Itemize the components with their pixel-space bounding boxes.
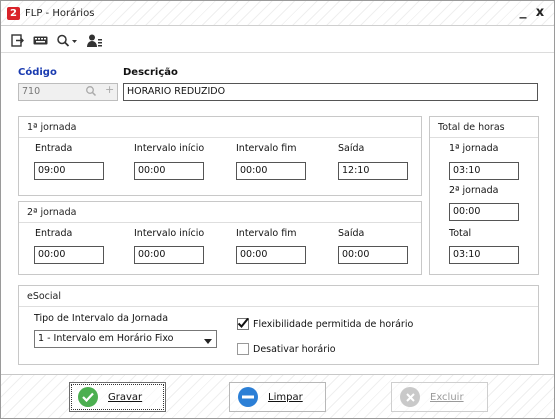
j2-saida-label: Saída [338, 228, 365, 239]
total-input[interactable]: 03:10 [449, 246, 519, 264]
tipo-intervalo-select[interactable]: 1 - Intervalo em Horário Fixo [34, 330, 217, 348]
check-icon [237, 317, 249, 328]
j2-int-inicio-input[interactable]: 00:00 [134, 246, 204, 264]
j2-int-inicio-label: Intervalo início [134, 228, 205, 239]
j1-saida-input[interactable]: 12:10 [338, 162, 408, 180]
esocial-title: eSocial [27, 291, 62, 302]
desativar-label: Desativar horário [253, 344, 336, 355]
title-bar: 2 FLP - Horários _ x [1, 1, 554, 26]
excluir-label: Excluir [430, 391, 464, 403]
limpar-button[interactable]: Limpar [229, 382, 326, 412]
j1-int-fim-input[interactable]: 00:00 [236, 162, 306, 180]
app-icon: 2 [7, 7, 20, 20]
j1-int-inicio-label: Intervalo início [134, 143, 205, 154]
toolbar [1, 27, 554, 53]
total-j2-input[interactable]: 00:00 [449, 203, 519, 221]
close-circle-icon [400, 387, 420, 407]
j2-int-fim-input[interactable]: 00:00 [236, 246, 306, 264]
minus-circle-icon [238, 387, 258, 407]
keyboard-icon[interactable] [31, 31, 49, 49]
window: 2 FLP - Horários _ x Código Descrição 71… [0, 0, 555, 419]
j1-entrada-input[interactable]: 09:00 [34, 162, 104, 180]
divider [19, 222, 421, 223]
j2-entrada-input[interactable]: 00:00 [34, 246, 104, 264]
codigo-value: 710 [22, 86, 41, 97]
descricao-label: Descrição [123, 67, 178, 78]
j1-int-inicio-input[interactable]: 00:00 [134, 162, 204, 180]
j2-saida-input[interactable]: 00:00 [338, 246, 408, 264]
footer-bar: Gravar Limpar Excluir [1, 374, 554, 418]
codigo-search-icon[interactable] [85, 85, 97, 100]
divider [19, 137, 421, 138]
gravar-button[interactable]: Gravar [69, 382, 166, 412]
flexibilidade-label: Flexibilidade permitida de horário [253, 319, 414, 330]
limpar-label: Limpar [268, 391, 303, 403]
j2-entrada-label: Entrada [35, 228, 73, 239]
j1-int-fim-label: Intervalo fim [236, 143, 297, 154]
user-icon[interactable] [86, 31, 104, 49]
totais-title: Total de horas [438, 122, 505, 133]
total-label: Total [449, 228, 472, 239]
codigo-label: Código [18, 67, 57, 78]
codigo-field[interactable]: 710 + [18, 83, 118, 101]
total-j1-label: 1ª jornada [449, 143, 499, 154]
jornada1-group: 1ª jornada [18, 116, 422, 196]
close-button[interactable]: x [533, 5, 547, 20]
desativar-checkbox[interactable] [237, 343, 249, 355]
jornada2-title: 2ª jornada [27, 207, 77, 218]
minimize-button[interactable]: _ [516, 3, 530, 19]
j1-entrada-label: Entrada [35, 143, 73, 154]
search-icon[interactable] [55, 31, 79, 49]
excluir-button[interactable]: Excluir [391, 382, 488, 412]
window-title: FLP - Horários [25, 8, 95, 19]
check-circle-icon [78, 387, 98, 407]
divider [430, 137, 538, 138]
divider [19, 306, 538, 307]
j2-int-fim-label: Intervalo fim [236, 228, 297, 239]
jornada1-title: 1ª jornada [27, 122, 77, 133]
exit-icon[interactable] [9, 31, 25, 49]
total-j1-input[interactable]: 03:10 [449, 162, 519, 180]
descricao-field[interactable]: HORARIO REDUZIDO [123, 83, 538, 101]
tipo-intervalo-label: Tipo de Intervalo da Jornada [34, 313, 169, 324]
tipo-intervalo-value: 1 - Intervalo em Horário Fixo [38, 333, 174, 344]
codigo-add-icon[interactable]: + [105, 84, 114, 96]
flexibilidade-checkbox[interactable] [237, 317, 249, 330]
chevron-down-icon [204, 336, 212, 347]
total-j2-label: 2ª jornada [449, 185, 499, 196]
j1-saida-label: Saída [338, 143, 365, 154]
gravar-label: Gravar [108, 391, 143, 403]
